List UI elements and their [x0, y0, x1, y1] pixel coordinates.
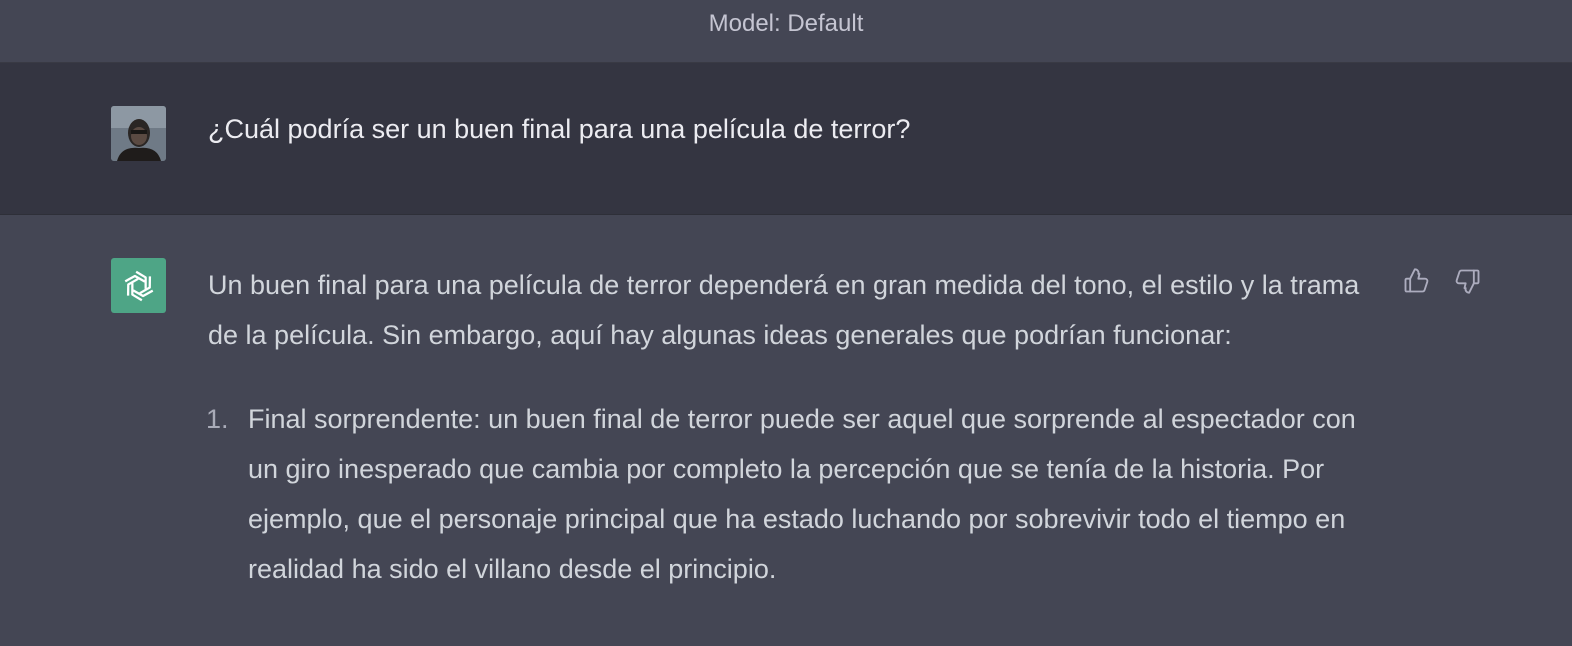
list-item: 1. Final sorprendente: un buen final de … — [206, 394, 1378, 594]
thumbs-down-button[interactable] — [1452, 265, 1484, 297]
thumbs-down-icon — [1455, 269, 1480, 294]
assistant-message-row: Un buen final para una película de terro… — [0, 215, 1572, 646]
assistant-message-text: Un buen final para una película de terro… — [206, 260, 1378, 594]
model-header: Model: Default — [0, 0, 1572, 63]
user-avatar — [111, 106, 166, 161]
thumbs-up-icon — [1404, 268, 1429, 293]
assistant-intro: Un buen final para una película de terro… — [208, 270, 1360, 350]
answer-list: 1. Final sorprendente: un buen final de … — [206, 394, 1378, 594]
openai-logo-icon — [111, 258, 166, 313]
user-message-text: ¿Cuál podría ser un buen final para una … — [208, 114, 911, 144]
model-label: Model: Default — [708, 10, 864, 37]
list-item-text: Final sorprendente: un buen final de ter… — [248, 404, 1356, 584]
feedback-buttons — [1400, 265, 1484, 297]
thumbs-up-button[interactable] — [1400, 265, 1432, 297]
user-message-row: ¿Cuál podría ser un buen final para una … — [0, 63, 1572, 215]
list-item-number: 1. — [206, 404, 229, 434]
